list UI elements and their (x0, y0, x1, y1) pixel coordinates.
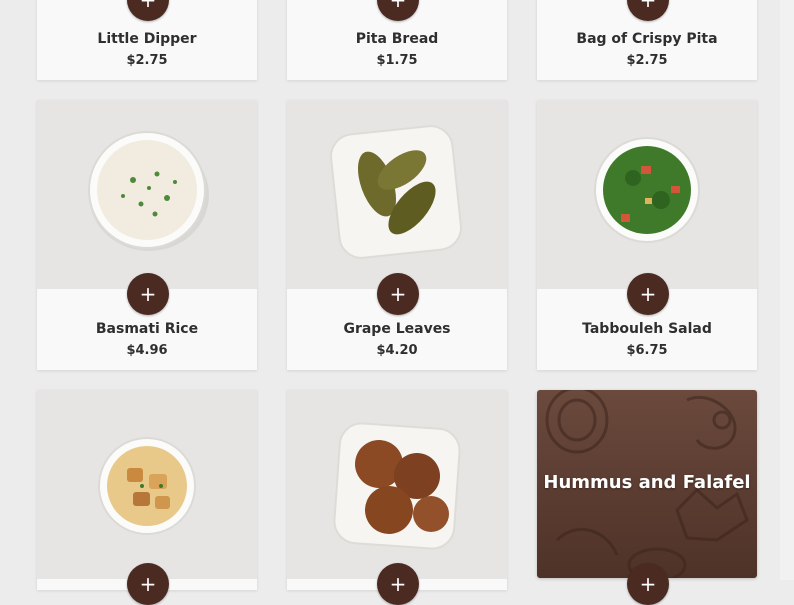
menu-card-potatoes[interactable]: + (37, 390, 257, 605)
add-to-order-button[interactable]: + (627, 273, 669, 315)
add-to-order-button[interactable]: + (377, 563, 419, 605)
add-to-order-button[interactable]: + (127, 0, 169, 21)
menu-card-crispy-pita[interactable]: + Bag of Crispy Pita $2.75 (537, 0, 757, 80)
item-name: Bag of Crispy Pita (576, 31, 718, 47)
item-price: $6.75 (626, 343, 668, 358)
item-name: Basmati Rice (95, 321, 199, 337)
item-name: Grape Leaves (343, 321, 451, 337)
item-price: $4.20 (376, 343, 418, 358)
add-to-order-button[interactable]: + (377, 273, 419, 315)
item-name: Tabbouleh Salad (582, 321, 712, 337)
add-to-order-button[interactable]: + (627, 0, 669, 21)
promo-card-hummus-falafel[interactable]: Hummus and Falafel (537, 390, 757, 578)
item-photo (37, 100, 257, 289)
menu-card-grape-leaves[interactable]: + Grape Leaves $4.20 (287, 100, 507, 370)
menu-card-basmati-rice[interactable]: + Basmati Rice $4.96 (37, 100, 257, 370)
item-name: Pita Bread (355, 31, 439, 47)
menu-card-little-dipper[interactable]: + Little Dipper $2.75 (37, 0, 257, 80)
add-to-order-button[interactable]: + (377, 0, 419, 21)
scrollbar-track[interactable] (780, 0, 794, 580)
item-price: $4.96 (126, 343, 168, 358)
menu-card-pita-bread[interactable]: + Pita Bread $1.75 (287, 0, 507, 80)
menu-card-tabbouleh-salad[interactable]: + Tabbouleh Salad $6.75 (537, 100, 757, 370)
promo-add-button[interactable]: + (627, 563, 669, 605)
item-photo (537, 100, 757, 289)
item-photo (37, 390, 257, 579)
add-to-order-button[interactable]: + (127, 273, 169, 315)
item-price: $2.75 (626, 53, 668, 68)
menu-card-falafel[interactable]: + (287, 390, 507, 605)
add-to-order-button[interactable]: + (127, 563, 169, 605)
promo-title: Hummus and Falafel (543, 472, 751, 493)
item-name: Little Dipper (97, 31, 197, 47)
item-photo (287, 100, 507, 289)
item-price: $2.75 (126, 53, 168, 68)
item-price: $1.75 (376, 53, 418, 68)
item-photo (287, 390, 507, 579)
